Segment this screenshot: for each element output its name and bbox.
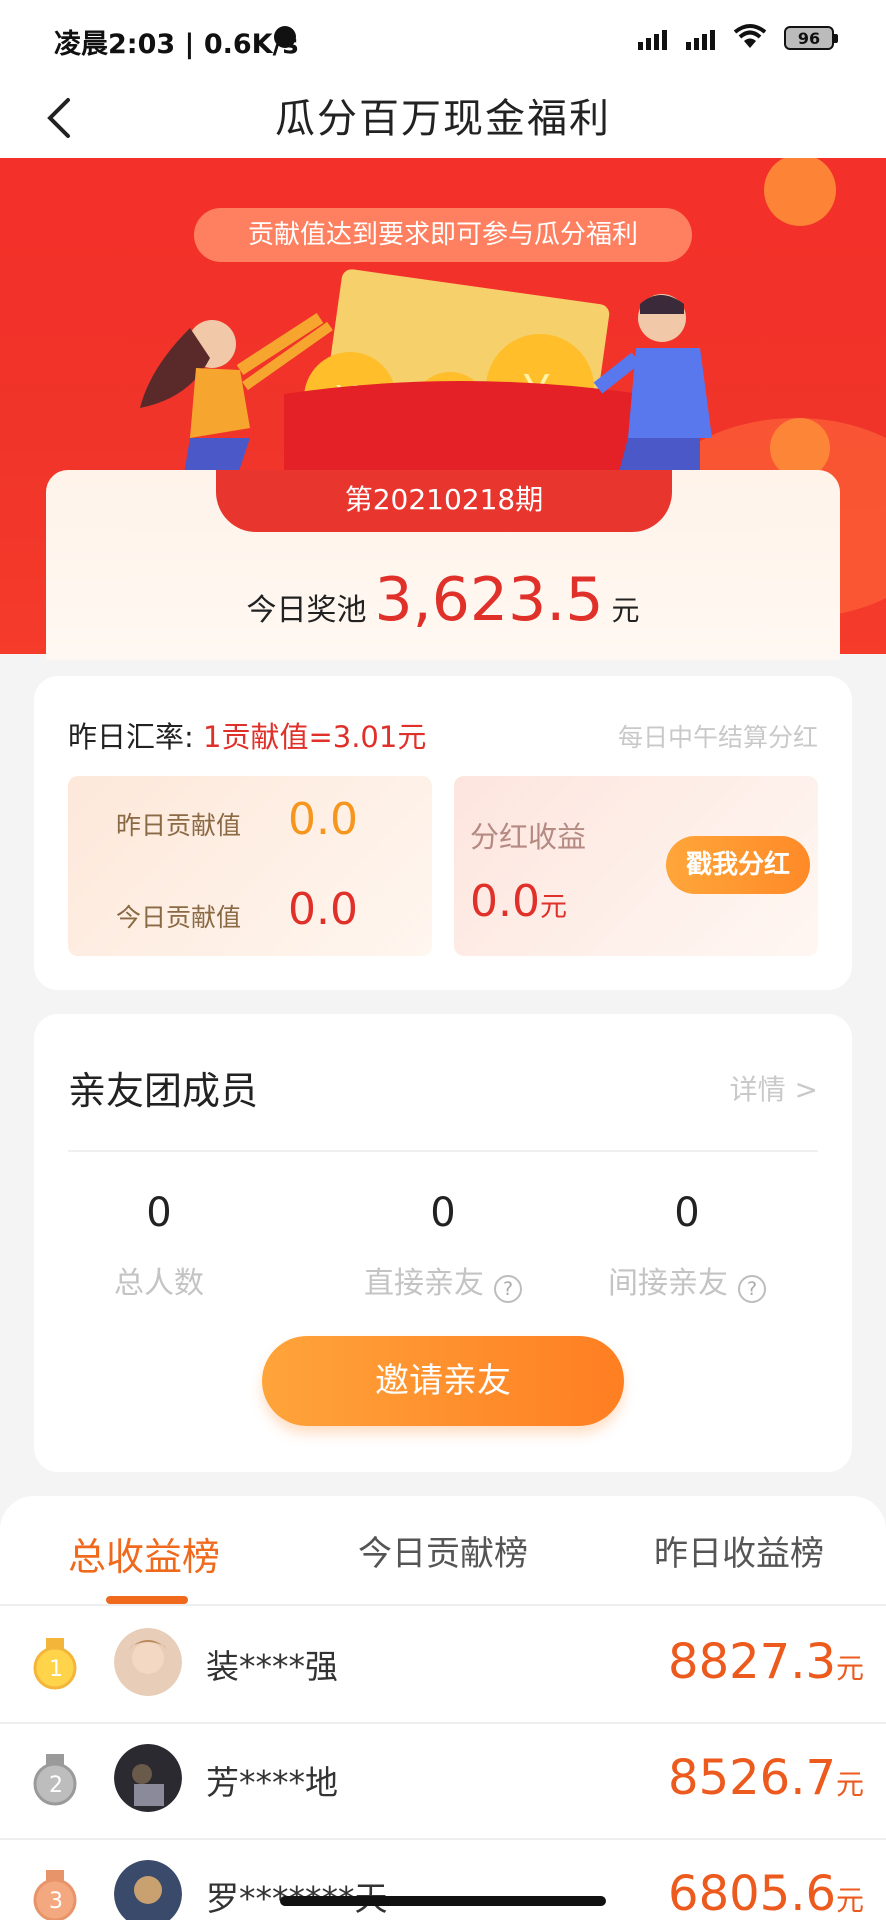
stat-indirect: 0 间接亲友? bbox=[562, 1190, 812, 1303]
ranking-row[interactable]: 2 芳****地 8526.7元 bbox=[0, 1724, 886, 1840]
cell-signal-icon bbox=[638, 30, 667, 50]
stat-indirect-label: 间接亲友 bbox=[608, 1266, 728, 1301]
page-title: 瓜分百万现金福利 bbox=[275, 96, 611, 142]
invite-friends-button[interactable]: 邀请亲友 bbox=[262, 1336, 624, 1426]
ranking-row[interactable]: 1 装****强 8827.3元 bbox=[0, 1608, 886, 1724]
prize-pool-label: 今日奖池 bbox=[246, 593, 367, 628]
tab-today-contribution[interactable]: 今日贡献榜 bbox=[358, 1526, 528, 1575]
divider bbox=[68, 1150, 818, 1152]
team-details-link[interactable]: 详情 > bbox=[730, 1068, 818, 1108]
dividend-income-box: 分红收益 0.0元 戳我分红 bbox=[454, 776, 818, 956]
ranking-panel: 总收益榜 今日贡献榜 昨日收益榜 1 装****强 8827.3元 2 芳***… bbox=[0, 1496, 886, 1920]
gold-medal-icon: 1 bbox=[33, 1638, 77, 1690]
user-name: 芳****地 bbox=[206, 1763, 338, 1802]
stat-total-label: 总人数 bbox=[114, 1266, 204, 1301]
dividend-card: 昨日汇率: 1贡献值=3.01元 每日中午结算分红 昨日贡献值 0.0 今日贡献… bbox=[34, 676, 852, 990]
stat-total: 0 总人数 bbox=[34, 1190, 284, 1302]
yesterday-contribution-label: 昨日贡献值 bbox=[116, 811, 242, 840]
stat-indirect-value: 0 bbox=[674, 1190, 700, 1236]
exchange-rate-value: 1贡献值=3.01元 bbox=[203, 720, 427, 754]
stat-direct-label: 直接亲友 bbox=[364, 1266, 484, 1301]
settlement-note: 每日中午结算分红 bbox=[617, 723, 818, 752]
top-nav-bar: 瓜分百万现金福利 bbox=[0, 78, 886, 158]
user-income: 8827.3元 bbox=[668, 1634, 864, 1690]
bronze-medal-icon: 3 bbox=[33, 1870, 77, 1920]
prize-pool: 今日奖池 3,623.5 元 bbox=[0, 565, 886, 635]
avatar bbox=[114, 1744, 182, 1812]
yesterday-contribution-value: 0.0 bbox=[288, 794, 358, 845]
exchange-rate: 昨日汇率: 1贡献值=3.01元 bbox=[68, 714, 426, 756]
stat-direct: 0 直接亲友? bbox=[318, 1190, 568, 1303]
user-income: 8526.7元 bbox=[668, 1750, 864, 1806]
battery-icon: 96 bbox=[784, 26, 838, 50]
active-tab-indicator bbox=[106, 1596, 188, 1604]
status-time: 凌晨2:03 | 0.6K/s bbox=[54, 29, 299, 60]
ranking-tabs: 总收益榜 今日贡献榜 昨日收益榜 bbox=[0, 1496, 886, 1606]
dividend-income-value: 0.0元 bbox=[470, 876, 567, 927]
status-bar: 凌晨2:03 | 0.6K/s 96 bbox=[0, 0, 886, 78]
user-income: 6805.6元 bbox=[668, 1866, 864, 1920]
period-label: 第20210218期 bbox=[216, 470, 672, 532]
claim-dividend-button[interactable]: 戳我分红 bbox=[666, 836, 810, 894]
team-members-card: 亲友团成员 详情 > 0 总人数 0 直接亲友? 0 间接亲友? 邀请亲友 bbox=[34, 1014, 852, 1472]
dividend-income-label: 分红收益 bbox=[470, 820, 587, 854]
home-indicator[interactable] bbox=[280, 1896, 606, 1906]
wifi-icon bbox=[733, 24, 767, 48]
svg-text:2: 2 bbox=[49, 1773, 63, 1798]
alarm-icon bbox=[274, 26, 296, 48]
stat-total-value: 0 bbox=[146, 1190, 172, 1236]
avatar bbox=[114, 1860, 182, 1920]
user-name: 装****强 bbox=[206, 1647, 338, 1686]
contribution-box: 昨日贡献值 0.0 今日贡献值 0.0 bbox=[68, 776, 432, 956]
team-title: 亲友团成员 bbox=[68, 1069, 259, 1113]
prize-pool-value: 3,623.5 bbox=[374, 565, 604, 635]
help-icon[interactable]: ? bbox=[738, 1274, 766, 1303]
svg-text:1: 1 bbox=[49, 1657, 63, 1682]
help-icon[interactable]: ? bbox=[494, 1274, 522, 1303]
today-contribution-label: 今日贡献值 bbox=[116, 903, 242, 932]
svg-text:3: 3 bbox=[49, 1889, 63, 1914]
cell-signal-icon bbox=[686, 30, 715, 50]
stat-direct-value: 0 bbox=[430, 1190, 456, 1236]
silver-medal-icon: 2 bbox=[33, 1754, 77, 1806]
exchange-rate-label: 昨日汇率: bbox=[68, 720, 194, 754]
today-contribution-value: 0.0 bbox=[288, 884, 358, 935]
avatar bbox=[114, 1628, 182, 1696]
ranking-row[interactable]: 3 罗*******天 6805.6元 bbox=[0, 1840, 886, 1920]
tab-total-income[interactable]: 总收益榜 bbox=[68, 1526, 220, 1581]
prize-pool-unit: 元 bbox=[611, 594, 640, 627]
banner-requirement-pill: 贡献值达到要求即可参与瓜分福利 bbox=[194, 208, 692, 262]
tab-yesterday-income[interactable]: 昨日收益榜 bbox=[654, 1526, 824, 1575]
